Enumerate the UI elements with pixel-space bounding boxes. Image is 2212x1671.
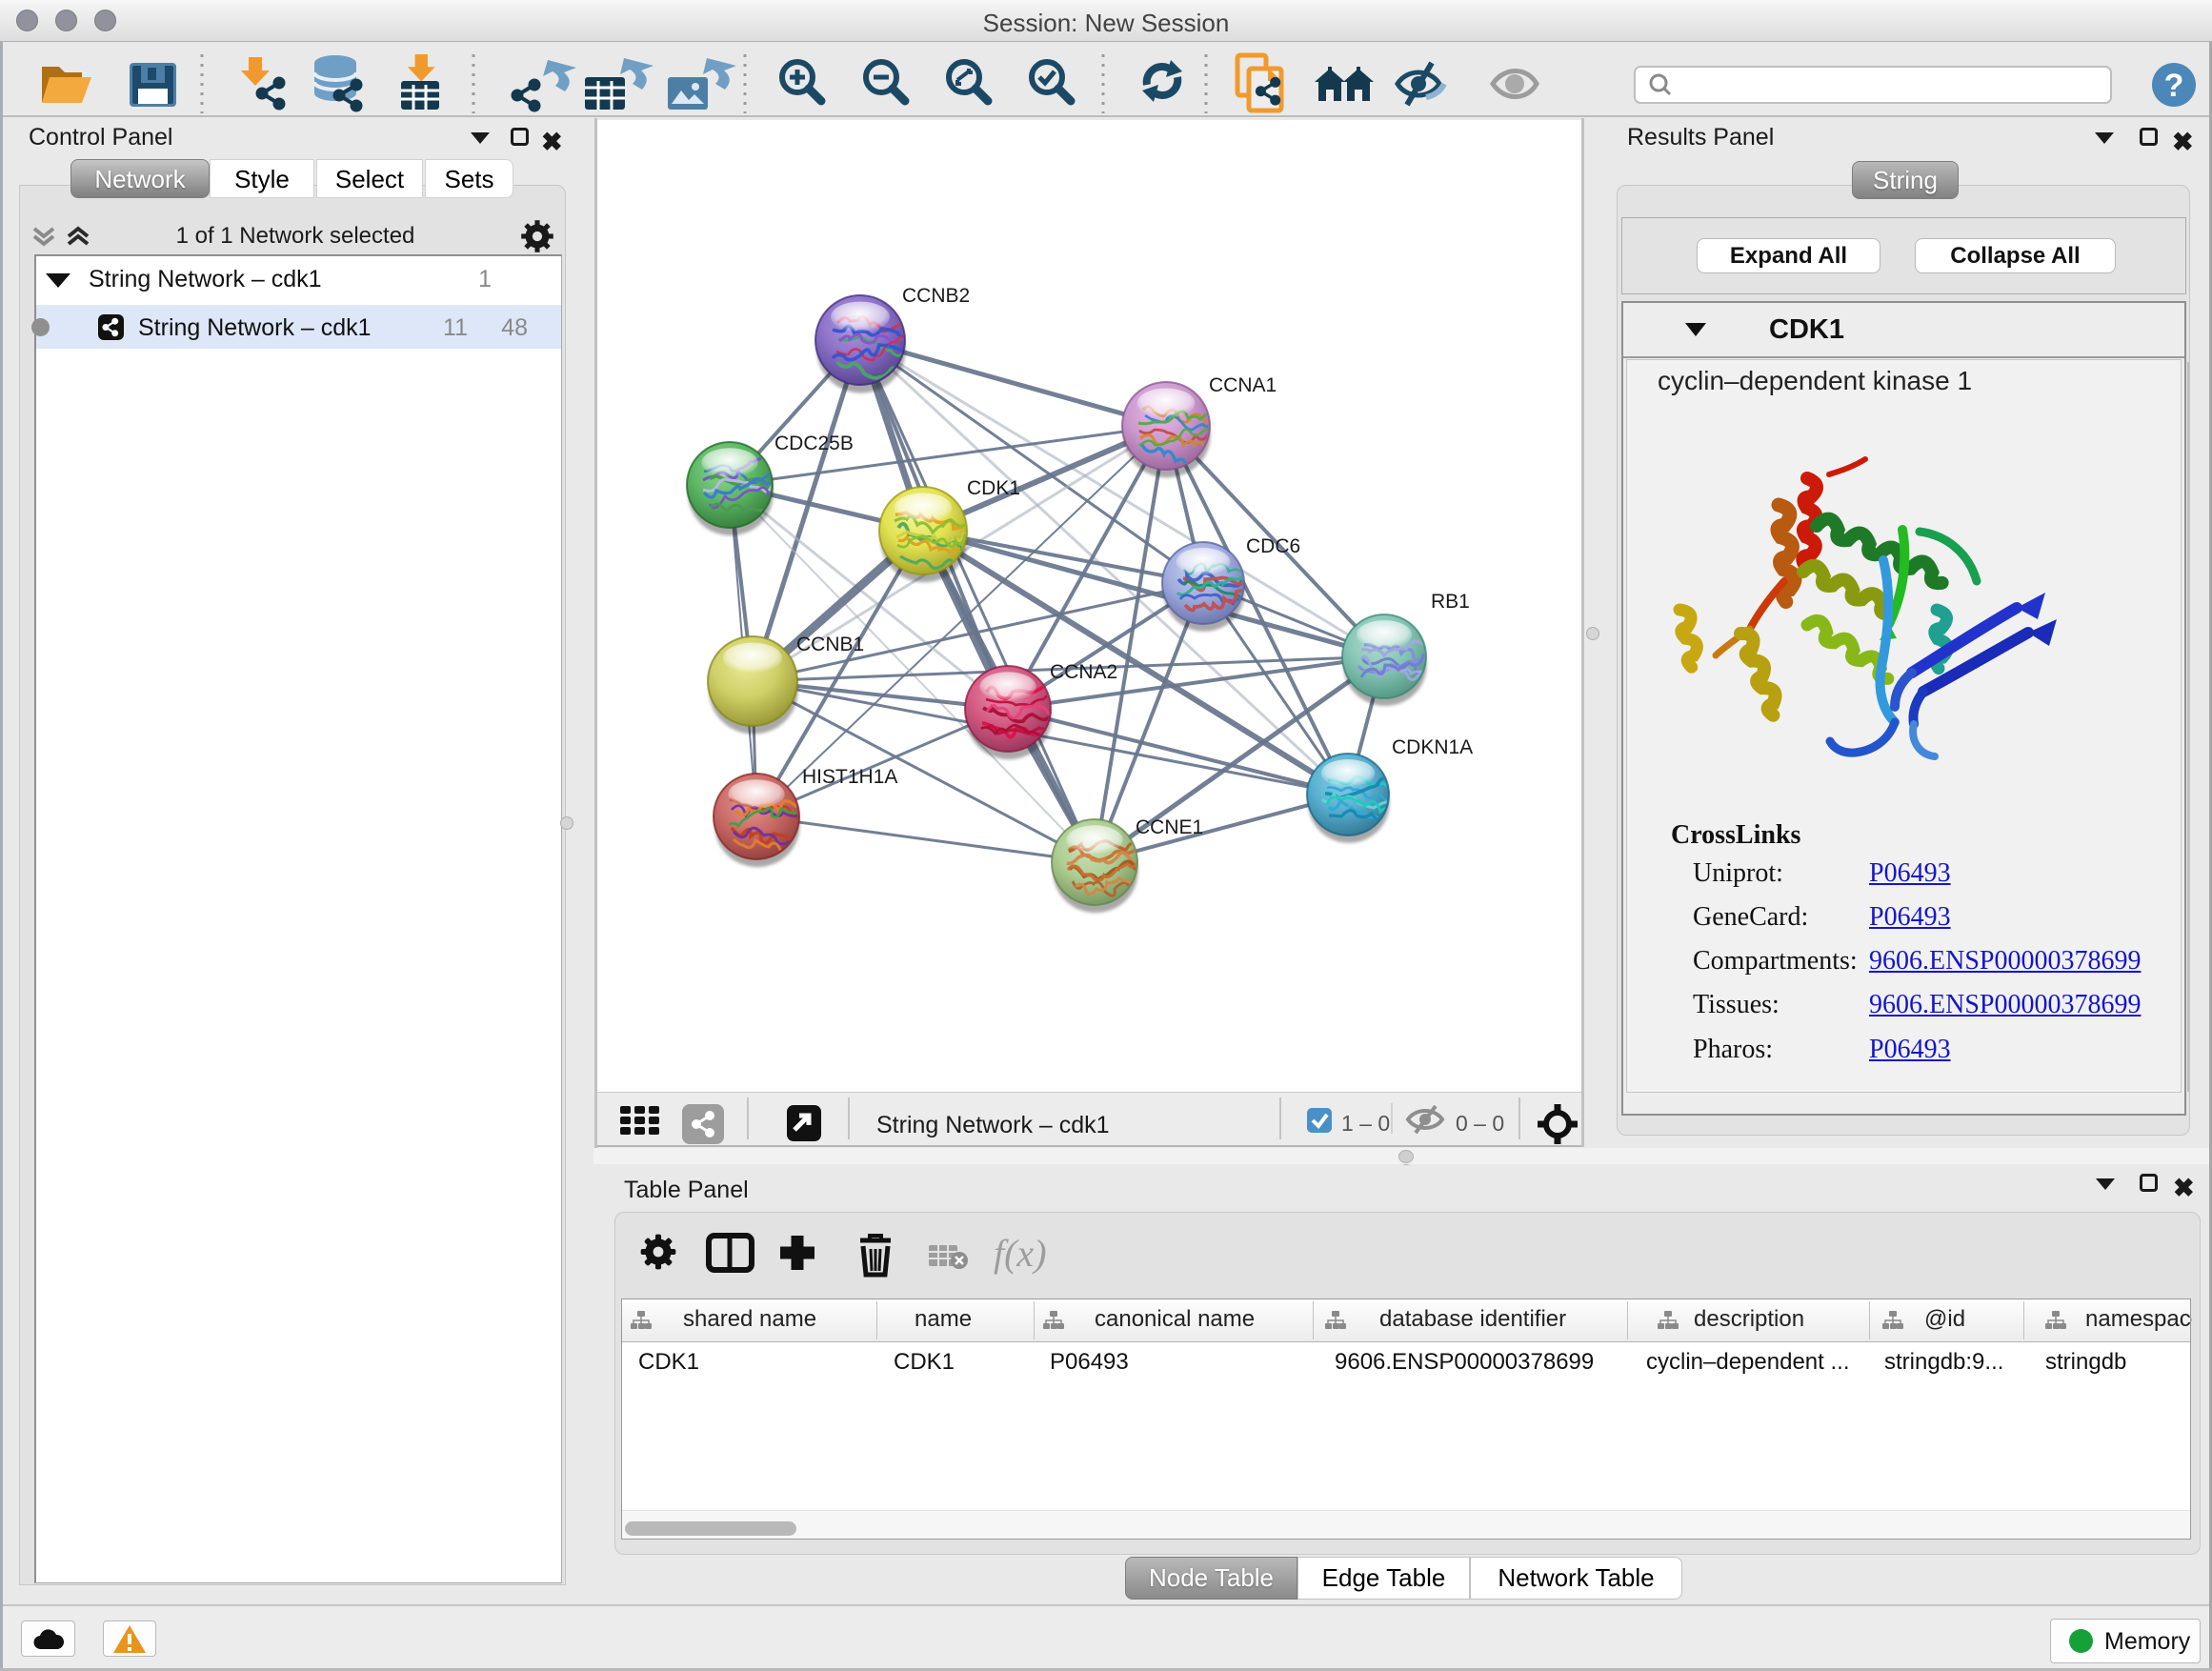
- svg-text:CCNE1: CCNE1: [1136, 816, 1203, 838]
- svg-text:CDC25B: CDC25B: [774, 433, 854, 454]
- svg-text:RB1: RB1: [1431, 591, 1470, 613]
- svg-text:?: ?: [2164, 68, 2184, 104]
- svg-text:String Network – cdk1: String Network – cdk1: [876, 1112, 1110, 1138]
- svg-text:CCNB1: CCNB1: [796, 634, 864, 655]
- svg-text:0 – 0: 0 – 0: [1456, 1111, 1504, 1136]
- svg-text:CDK1: CDK1: [967, 477, 1020, 499]
- svg-text:CDKN1A: CDKN1A: [1392, 736, 1473, 758]
- svg-text:CDC6: CDC6: [1246, 535, 1300, 557]
- svg-text:CCNA2: CCNA2: [1050, 661, 1117, 683]
- svg-text:CCNB2: CCNB2: [902, 285, 970, 307]
- svg-text:f(x): f(x): [994, 1232, 1047, 1275]
- svg-text:HIST1H1A: HIST1H1A: [802, 766, 897, 788]
- svg-text:1 – 0: 1 – 0: [1341, 1111, 1390, 1136]
- svg-text:CCNA1: CCNA1: [1209, 374, 1277, 396]
